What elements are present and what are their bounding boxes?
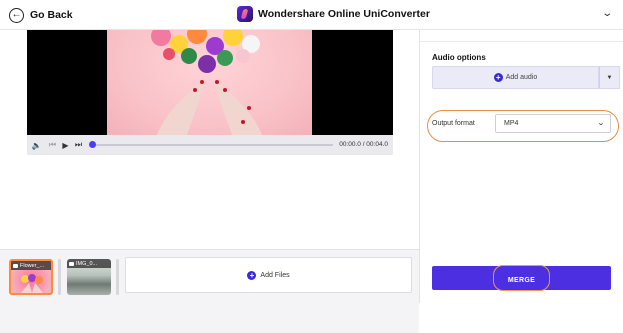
- clip-thumbnail[interactable]: IMG_0...: [67, 259, 111, 295]
- plus-circle-icon: +: [247, 270, 257, 280]
- add-audio-label: Add audio: [505, 74, 538, 81]
- merge-highlight: MERGE: [492, 265, 551, 291]
- output-format-select[interactable]: MP4 ⌄: [495, 114, 611, 133]
- top-bar: ← Go Back Wondershare Online UniConverte…: [0, 0, 623, 30]
- clip-separator: [116, 259, 119, 295]
- clip-label: Flower_...: [11, 261, 51, 270]
- progress-handle[interactable]: [89, 141, 96, 148]
- clip-name: IMG_0...: [76, 260, 98, 267]
- video-file-icon: [69, 261, 74, 266]
- video-frame: [107, 30, 312, 135]
- merge-label: MERGE: [507, 277, 536, 284]
- merge-button[interactable]: MERGE: [432, 265, 611, 291]
- plus-circle-icon: +: [493, 73, 503, 82]
- clip-label: IMG_0...: [67, 259, 111, 268]
- volume-icon[interactable]: 🔈: [30, 141, 43, 150]
- options-sidebar: Audio options + Add audio ▼ Output forma…: [420, 30, 623, 303]
- add-audio-button[interactable]: + Add audio: [432, 66, 599, 89]
- output-format-label: Output format: [432, 120, 475, 127]
- progress-track[interactable]: [91, 144, 333, 146]
- output-format-value: MP4: [504, 120, 519, 127]
- add-files-button[interactable]: + Add Files: [125, 257, 412, 293]
- play-icon[interactable]: ▶: [59, 141, 72, 150]
- clip-separator: [58, 259, 61, 295]
- video-file-icon: [13, 263, 18, 268]
- audio-options-title: Audio options: [432, 53, 486, 62]
- skip-forward-icon[interactable]: ⏭: [72, 140, 85, 150]
- video-preview[interactable]: [27, 30, 393, 135]
- arrow-left-circle-icon: ←: [9, 7, 24, 23]
- brand-name: Wondershare Online UniConverter: [258, 8, 430, 20]
- chevron-down-icon: ⌄: [596, 120, 606, 127]
- player-controls: 🔈 ⏮ ▶ ⏭ 00:00.0 / 00:04.0: [27, 135, 393, 155]
- caret-down-icon: ▼: [606, 74, 613, 81]
- add-files-label: Add Files: [260, 271, 290, 279]
- audio-dropdown-button[interactable]: ▼: [599, 66, 620, 89]
- uniconverter-logo-icon: [237, 6, 253, 22]
- flower-thumbnail-image: [21, 274, 43, 293]
- clip-thumbnail[interactable]: Flower_...: [9, 259, 53, 295]
- hands-image: [157, 80, 262, 135]
- chevron-down-icon[interactable]: ⌄: [601, 8, 613, 19]
- go-back-button[interactable]: ← Go Back: [9, 6, 73, 24]
- skip-back-icon[interactable]: ⏮: [46, 140, 59, 150]
- brand: Wondershare Online UniConverter: [237, 6, 430, 22]
- go-back-label: Go Back: [30, 9, 73, 21]
- sidebar-divider: [420, 41, 623, 42]
- time-display: 00:00.0 / 00:04.0: [339, 141, 388, 148]
- clip-name: Flower_...: [20, 262, 45, 269]
